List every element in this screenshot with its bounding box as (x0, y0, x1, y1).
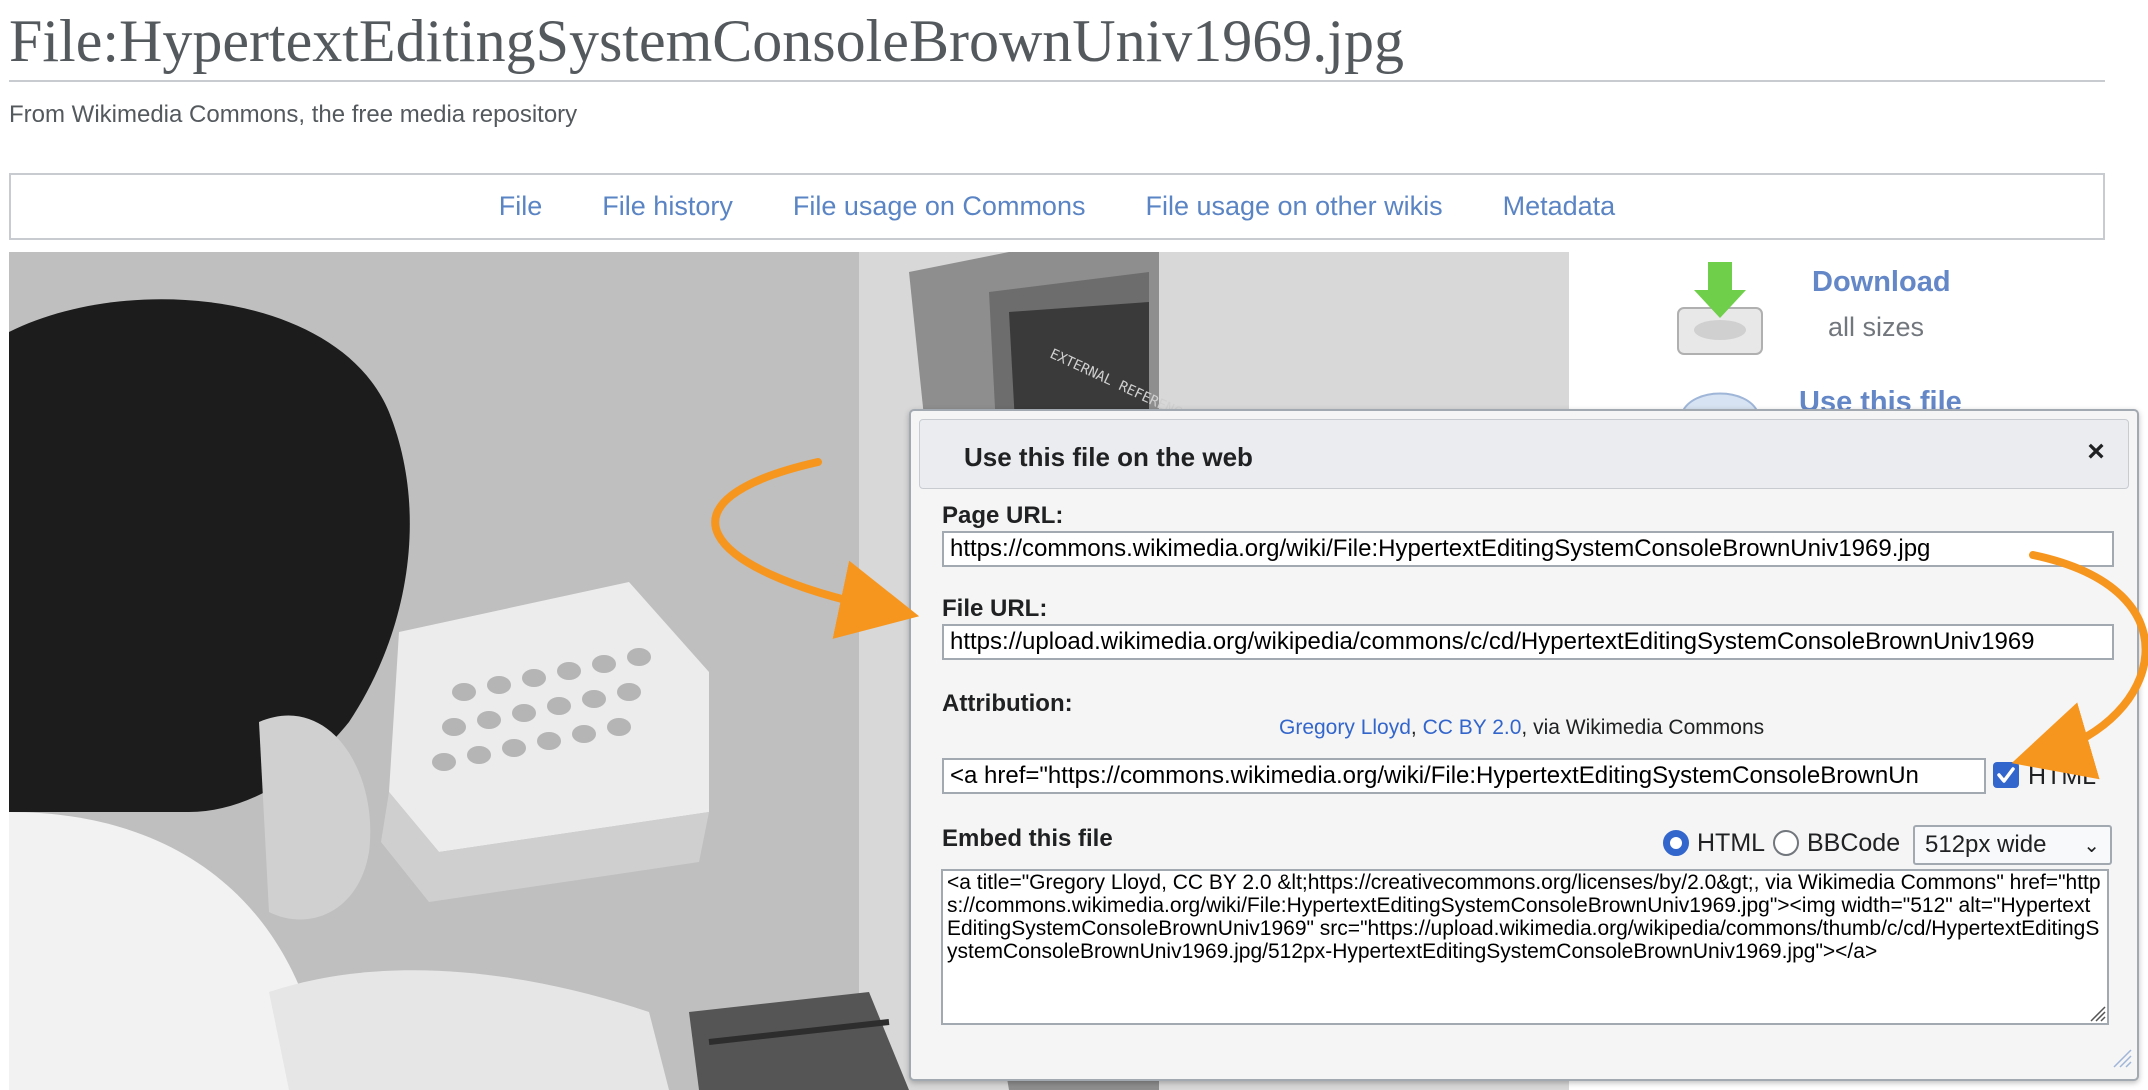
author-link[interactable]: Gregory Lloyd (1279, 716, 1411, 739)
site-tagline: From Wikimedia Commons, the free media r… (9, 101, 578, 128)
file-url-field[interactable]: https://upload.wikimedia.org/wikipedia/c… (942, 624, 2114, 660)
textarea-resize-icon[interactable] (2089, 1005, 2107, 1023)
page-title: File:HypertextEditingSystemConsoleBrownU… (9, 6, 2105, 82)
embed-code-textarea[interactable]: <a title="Gregory Lloyd, CC BY 2.0 &lt;h… (941, 869, 2109, 1025)
download-link[interactable]: Download (1812, 266, 1951, 299)
html-checkbox[interactable] (1993, 762, 2019, 788)
license-link[interactable]: CC BY 2.0 (1423, 716, 1522, 739)
attribution-html-field[interactable]: <a href="https://commons.wikimedia.org/w… (942, 758, 1986, 794)
size-select[interactable]: 512px wide ⌄ (1913, 825, 2112, 865)
size-select-value: 512px wide (1925, 831, 2047, 858)
toc-usage-commons-link[interactable]: File usage on Commons (793, 191, 1086, 222)
format-html-radio[interactable] (1663, 830, 1689, 856)
file-toc-nav: File File history File usage on Commons … (9, 173, 2105, 240)
download-all-sizes-label: all sizes (1828, 312, 1925, 342)
file-url-label: File URL: (942, 595, 1048, 622)
page-url-field[interactable]: https://commons.wikimedia.org/wiki/File:… (942, 531, 2114, 567)
use-this-file-dialog: Use this file on the web × Page URL: htt… (909, 409, 2139, 1081)
chevron-down-icon: ⌄ (2083, 835, 2100, 857)
attribution-text: Gregory Lloyd, CC BY 2.0, via Wikimedia … (1279, 716, 1764, 740)
dialog-title: Use this file on the web (964, 442, 1253, 472)
attribution-suffix: , via Wikimedia Commons (1521, 716, 1765, 739)
page-url-label: Page URL: (942, 502, 1064, 529)
toc-file-link[interactable]: File (499, 191, 543, 222)
toc-metadata-link[interactable]: Metadata (1503, 191, 1616, 222)
attribution-separator: , (1410, 716, 1423, 739)
embed-label: Embed this file (942, 825, 1113, 852)
dialog-resize-icon[interactable] (2111, 1047, 2133, 1069)
format-bbcode-label: BBCode (1807, 829, 1901, 857)
download-icon[interactable] (1672, 258, 1768, 362)
html-checkbox-label: HTML (2028, 762, 2097, 790)
attribution-label: Attribution: (942, 690, 1073, 717)
format-bbcode-radio[interactable] (1773, 830, 1799, 856)
close-icon[interactable]: × (2078, 434, 2114, 470)
checkmark-icon (1997, 767, 2015, 783)
dialog-header: Use this file on the web × (919, 419, 2129, 489)
toc-usage-other-wikis-link[interactable]: File usage on other wikis (1145, 191, 1442, 222)
toc-file-history-link[interactable]: File history (602, 191, 733, 222)
format-html-label: HTML (1697, 829, 1766, 857)
